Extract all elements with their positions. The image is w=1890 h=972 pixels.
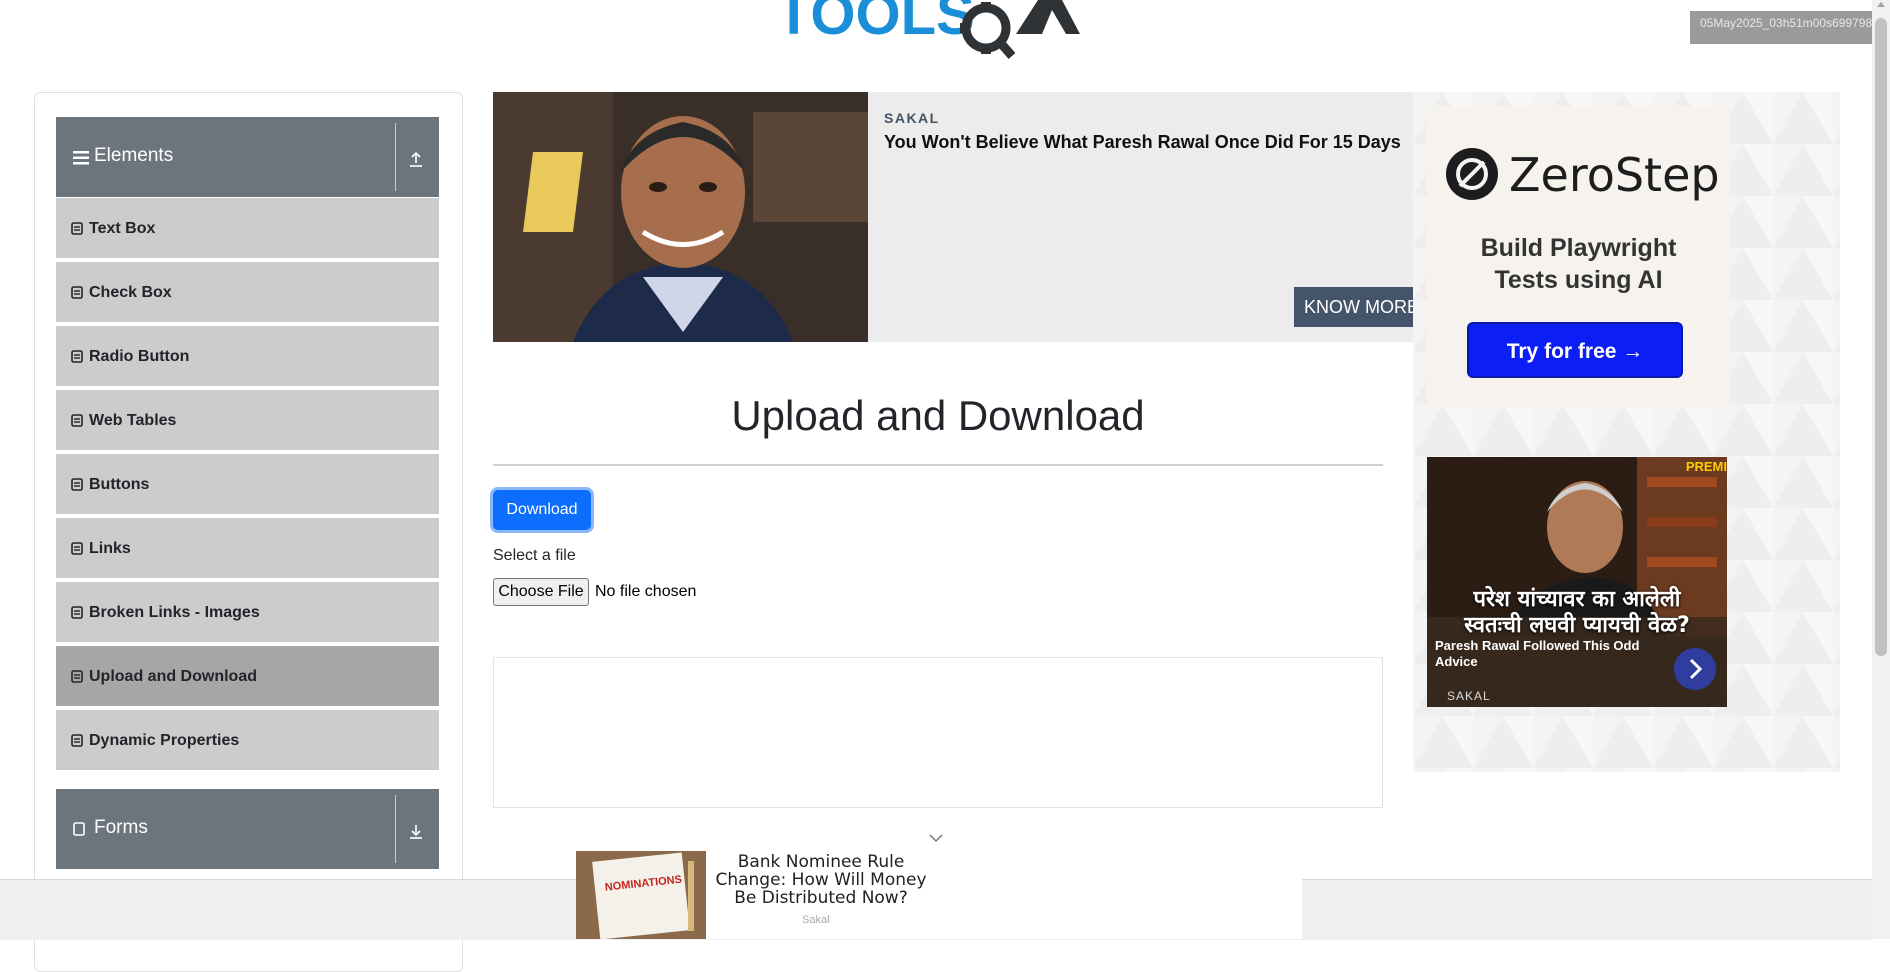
file-icon <box>71 670 83 683</box>
sidebar-item-label: Radio Button <box>89 348 190 365</box>
sidebar-group-label: Forms <box>94 817 148 838</box>
choose-file-button[interactable]: Choose File <box>493 578 589 606</box>
zerostep-brand: ZeroStep <box>1509 148 1720 202</box>
logo-text-tools: TOOLS <box>776 0 975 47</box>
sidebar-item-links[interactable]: Links <box>56 518 439 580</box>
ad-photo-image <box>493 92 868 342</box>
ad-source: SAKAL <box>884 110 940 126</box>
group-divider <box>395 123 396 191</box>
zerostep-tagline: Build Playwright Tests using AI <box>1427 232 1730 296</box>
zerostep-logo-icon <box>1446 148 1498 200</box>
sidebar-item-label: Check Box <box>89 284 172 301</box>
sidebar-item-label: Web Tables <box>89 412 177 429</box>
sidebar-item-broken-links[interactable]: Broken Links - Images <box>56 582 439 644</box>
bottom-ad[interactable]: NOMINATIONS Bank Nominee Rule Change: Ho… <box>576 848 1302 939</box>
video-ad-source: SAKAL <box>1447 689 1491 703</box>
group-divider <box>395 795 396 863</box>
sidebar-group-elements[interactable]: Elements <box>56 117 439 197</box>
file-icon <box>71 350 83 363</box>
zerostep-tagline-line1: Build Playwright <box>1480 234 1677 262</box>
sidebar-item-upload-download[interactable]: Upload and Download <box>56 646 439 708</box>
ad-headline[interactable]: You Won't Believe What Paresh Rawal Once… <box>884 132 1401 153</box>
video-ad-caption: Paresh Rawal Followed This Odd Advice <box>1435 638 1640 669</box>
next-arrow-icon[interactable] <box>1674 648 1716 690</box>
file-icon <box>71 414 83 427</box>
bottom-ad-source: Sakal <box>802 914 830 926</box>
sidebar-item-label: Buttons <box>89 476 150 493</box>
know-more-button[interactable]: KNOW MORE <box>1294 287 1413 327</box>
file-icon <box>71 542 83 555</box>
chevron-down-icon[interactable] <box>929 834 943 843</box>
form-icon <box>73 822 85 836</box>
file-icon <box>71 734 83 747</box>
scroll-thumb[interactable] <box>1875 18 1887 656</box>
hamburger-icon <box>73 151 89 165</box>
collapse-arrow-icon[interactable] <box>406 149 426 169</box>
expand-arrow-icon[interactable] <box>406 821 426 841</box>
download-button[interactable]: Download <box>493 490 591 530</box>
sponsored-ad-banner[interactable]: SAKAL You Won't Believe What Paresh Rawa… <box>493 92 1413 342</box>
scroll-up-arrow-icon[interactable] <box>1877 2 1885 7</box>
video-ad[interactable]: PREMI परेश यांच्यावर का आलेली स्वतःची लघ… <box>1427 457 1727 707</box>
page-scrollbar[interactable] <box>1872 0 1890 939</box>
sidebar-item-label: Upload and Download <box>89 668 257 685</box>
file-icon <box>71 286 83 299</box>
sidebar-item-label: Text Box <box>89 220 156 237</box>
bottom-ad-headline[interactable]: Bank Nominee Rule Change: How Will Money… <box>711 853 931 907</box>
premium-badge: PREMI <box>1685 459 1727 474</box>
sidebar-item-label: Dynamic Properties <box>89 732 240 749</box>
sidebar-item-text-box[interactable]: Text Box <box>56 198 439 260</box>
sidebar-item-label: Links <box>89 540 131 557</box>
file-status-text: No file chosen <box>595 583 697 600</box>
sidebar-item-web-tables[interactable]: Web Tables <box>56 390 439 452</box>
zerostep-tagline-line2: Tests using AI <box>1494 266 1663 294</box>
toolsqa-logo[interactable]: TOOLS <box>776 0 1102 60</box>
sidebar-item-buttons[interactable]: Buttons <box>56 454 439 516</box>
overlay-line2: स्वतःची लघवी प्यायची वेळ? <box>1464 613 1690 638</box>
sidebar-group-forms[interactable]: Forms <box>56 789 439 869</box>
overlay-line1: परेश यांच्यावर का आलेली <box>1473 587 1681 612</box>
sidebar-item-radio-button[interactable]: Radio Button <box>56 326 439 388</box>
empty-ad-slot <box>493 657 1383 808</box>
sidebar-item-check-box[interactable]: Check Box <box>56 262 439 324</box>
sidebar-group-label: Elements <box>94 145 174 166</box>
file-icon <box>71 606 83 619</box>
sidebar-item-label: Broken Links - Images <box>89 604 260 621</box>
timestamp-overlay: 05May2025_03h51m00s699798 <box>1690 11 1880 44</box>
select-file-label: Select a file <box>493 547 576 564</box>
sidebar-item-dynamic-properties[interactable]: Dynamic Properties <box>56 710 439 772</box>
logo-letter-a <box>1016 0 1080 34</box>
file-icon <box>71 222 83 235</box>
zerostep-ad[interactable]: ZeroStep Build Playwright Tests using AI… <box>1427 106 1730 408</box>
video-ad-overlay: परेश यांच्यावर का आलेली स्वतःची लघवी प्य… <box>1427 587 1727 639</box>
bottom-ad-thumbnail: NOMINATIONS <box>576 851 706 939</box>
title-divider <box>493 464 1383 466</box>
file-icon <box>71 478 83 491</box>
try-for-free-button[interactable]: Try for free → <box>1467 322 1683 378</box>
page-title: Upload and Download <box>731 392 1145 439</box>
